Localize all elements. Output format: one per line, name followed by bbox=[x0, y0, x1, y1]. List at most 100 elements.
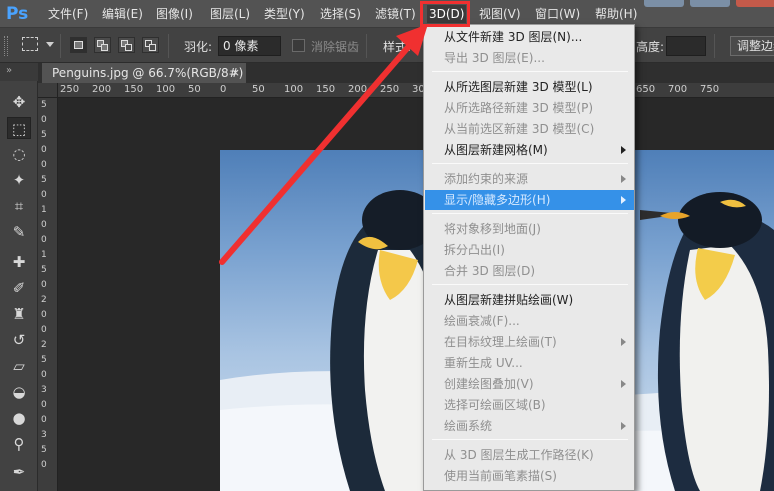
ruler-v-tick-label: 2 bbox=[41, 295, 47, 305]
ruler-v-tick-label: 5 bbox=[41, 355, 47, 365]
ruler-v-tick-label: 0 bbox=[41, 415, 47, 425]
menu-window[interactable]: 窗口(W) bbox=[533, 5, 582, 23]
clone-stamp-tool-icon[interactable]: ♜ bbox=[7, 303, 31, 325]
tool-preset-dropdown-icon[interactable] bbox=[46, 42, 54, 47]
menu-3d-item-label: 创建绘图叠加(V) bbox=[444, 377, 534, 391]
eyedropper-tool-icon[interactable]: ✎ bbox=[7, 221, 31, 243]
menu-3d-item[interactable]: 导出 3D 图层(E)... bbox=[425, 48, 634, 68]
document-tab[interactable]: Penguins.jpg @ 66.7%(RGB/8#) × bbox=[42, 63, 246, 83]
menu-3d-item[interactable]: 从文件新建 3D 图层(N)... bbox=[425, 27, 634, 47]
maximize-button[interactable] bbox=[690, 0, 730, 7]
menu-3d-item[interactable]: 显示/隐藏多边形(H) bbox=[425, 190, 634, 210]
menu-3d-item[interactable]: 选择可绘画区域(B) bbox=[425, 395, 634, 415]
menu-3d-item[interactable]: 重新生成 UV... bbox=[425, 353, 634, 373]
menu-3d-item[interactable]: 绘画系统 bbox=[425, 416, 634, 436]
ruler-v-tick-label: 0 bbox=[41, 400, 47, 410]
height-input[interactable] bbox=[666, 36, 706, 56]
ruler-h-tick-label: 100 bbox=[284, 84, 304, 95]
menu-type[interactable]: 类型(Y) bbox=[262, 5, 307, 23]
photoshop-logo: Ps bbox=[6, 4, 29, 24]
ruler-h-tick-label: 150 bbox=[124, 84, 144, 95]
tools-panel: » ✥ ⬚ ◌ ✦ ⌗ ✎ ✚ ✐ ♜ ↺ ▱ ◒ ● ⚲ ✒ bbox=[0, 63, 38, 491]
menu-3d-item-label: 导出 3D 图层(E)... bbox=[444, 51, 545, 65]
menu-edit[interactable]: 编辑(E) bbox=[100, 5, 145, 23]
new-selection-button[interactable] bbox=[70, 37, 87, 53]
add-to-selection-button[interactable] bbox=[94, 37, 111, 53]
tools-collapse-icon[interactable]: » bbox=[0, 63, 38, 81]
ruler-h-tick-label: 700 bbox=[668, 84, 688, 95]
menu-select[interactable]: 选择(S) bbox=[318, 5, 363, 23]
menu-3d-item-label: 绘画系统 bbox=[444, 419, 493, 433]
submenu-arrow-icon bbox=[621, 422, 626, 430]
eraser-tool-icon[interactable]: ▱ bbox=[7, 355, 31, 377]
menu-3d-item-label: 合并 3D 图层(D) bbox=[444, 264, 536, 278]
menu-3d-item[interactable]: 从图层新建网格(M) bbox=[425, 140, 634, 160]
dodge-tool-icon[interactable]: ⚲ bbox=[7, 433, 31, 455]
ruler-v-tick-label: 5 bbox=[41, 130, 47, 140]
window-controls bbox=[634, 0, 774, 10]
ruler-h-tick-label: 250 bbox=[60, 84, 80, 95]
menu-3d-item-label: 从所选路径新建 3D 模型(P) bbox=[444, 101, 594, 115]
menu-3d-item[interactable]: 从当前选区新建 3D 模型(C) bbox=[425, 119, 634, 139]
horizontal-ruler[interactable]: 2502001501005005010015020025030035040045… bbox=[58, 83, 774, 98]
antialias-checkbox[interactable] bbox=[292, 39, 305, 52]
menu-3d-item[interactable]: 从所选图层新建 3D 模型(L) bbox=[425, 77, 634, 97]
subtract-from-selection-button[interactable] bbox=[118, 37, 135, 53]
minimize-button[interactable] bbox=[644, 0, 684, 7]
document-tab-title: Penguins.jpg @ 66.7%(RGB/8#) bbox=[52, 66, 244, 80]
tool-preset-marquee-icon[interactable] bbox=[22, 37, 38, 51]
menu-3d-item[interactable]: 绘画衰减(F)... bbox=[425, 311, 634, 331]
height-label: 高度: bbox=[636, 40, 665, 54]
brush-tool-icon[interactable]: ✐ bbox=[7, 277, 31, 299]
menu-3d-item-label: 从当前选区新建 3D 模型(C) bbox=[444, 122, 595, 136]
menu-filter[interactable]: 滤镜(T) bbox=[373, 5, 418, 23]
menu-3d-item[interactable]: 使用当前画笔素描(S) bbox=[425, 466, 634, 486]
menu-3d-item[interactable]: 从 3D 图层生成工作路径(K) bbox=[425, 445, 634, 465]
menu-3d-item[interactable]: 拆分凸出(I) bbox=[425, 240, 634, 260]
crop-tool-icon[interactable]: ⌗ bbox=[7, 195, 31, 217]
menu-image[interactable]: 图像(I) bbox=[154, 5, 195, 23]
menu-3d-item[interactable]: 从图层新建拼贴绘画(W) bbox=[425, 290, 634, 310]
menu-help[interactable]: 帮助(H) bbox=[593, 5, 639, 23]
ruler-v-tick-label: 3 bbox=[41, 430, 47, 440]
magic-wand-tool-icon[interactable]: ✦ bbox=[7, 169, 31, 191]
menu-view[interactable]: 视图(V) bbox=[477, 5, 523, 23]
menu-3d-item[interactable]: 合并 3D 图层(D) bbox=[425, 261, 634, 281]
menu-3d-item[interactable]: 在目标纹理上绘画(T) bbox=[425, 332, 634, 352]
menu-3d-item[interactable]: 从所选路径新建 3D 模型(P) bbox=[425, 98, 634, 118]
menu-3d-item-label: 绘画衰减(F)... bbox=[444, 314, 520, 328]
close-window-button[interactable] bbox=[736, 0, 774, 7]
submenu-arrow-icon bbox=[621, 380, 626, 388]
ruler-v-tick-label: 5 bbox=[41, 100, 47, 110]
marquee-tool-icon[interactable]: ⬚ bbox=[7, 117, 31, 139]
healing-brush-tool-icon[interactable]: ✚ bbox=[7, 251, 31, 273]
menu-3d-item[interactable]: 将对象移到地面(J) bbox=[425, 219, 634, 239]
refine-edge-button[interactable]: 调整边缘 bbox=[730, 36, 774, 56]
ruler-h-tick-label: 250 bbox=[380, 84, 400, 95]
ruler-v-tick-label: 5 bbox=[41, 445, 47, 455]
move-tool-icon[interactable]: ✥ bbox=[7, 91, 31, 113]
options-bar-grip-icon[interactable] bbox=[4, 36, 8, 56]
history-brush-tool-icon[interactable]: ↺ bbox=[7, 329, 31, 351]
ruler-origin[interactable] bbox=[38, 83, 58, 98]
blur-tool-icon[interactable]: ● bbox=[7, 407, 31, 429]
pen-tool-icon[interactable]: ✒ bbox=[7, 461, 31, 483]
lasso-tool-icon[interactable]: ◌ bbox=[7, 143, 31, 165]
ruler-v-tick-label: 1 bbox=[41, 205, 47, 215]
close-tab-icon[interactable]: × bbox=[231, 63, 240, 83]
ruler-h-tick-label: 100 bbox=[156, 84, 176, 95]
menu-3d-item[interactable]: 创建绘图叠加(V) bbox=[425, 374, 634, 394]
feather-input[interactable]: 0 像素 bbox=[218, 36, 281, 56]
ruler-h-tick-label: 50 bbox=[188, 84, 201, 95]
menu-file[interactable]: 文件(F) bbox=[46, 5, 90, 23]
ruler-v-tick-label: 0 bbox=[41, 220, 47, 230]
intersect-selection-button[interactable] bbox=[142, 37, 159, 53]
menu-layer[interactable]: 图层(L) bbox=[208, 5, 252, 23]
submenu-arrow-icon bbox=[621, 146, 626, 154]
menu-3d-item[interactable]: 添加约束的来源 bbox=[425, 169, 634, 189]
menu-3d-item-label: 将对象移到地面(J) bbox=[444, 222, 541, 236]
annotation-highlight-box bbox=[420, 1, 470, 27]
vertical-ruler[interactable]: 5 0 5 0 0 5 0 1 0 0 1 5 0 2 0 0 2 5 0 3 0 0 3 5 0 bbox=[38, 98, 58, 491]
menu-3d-item-label: 显示/隐藏多边形(H) bbox=[444, 193, 551, 207]
paint-bucket-tool-icon[interactable]: ◒ bbox=[7, 381, 31, 403]
